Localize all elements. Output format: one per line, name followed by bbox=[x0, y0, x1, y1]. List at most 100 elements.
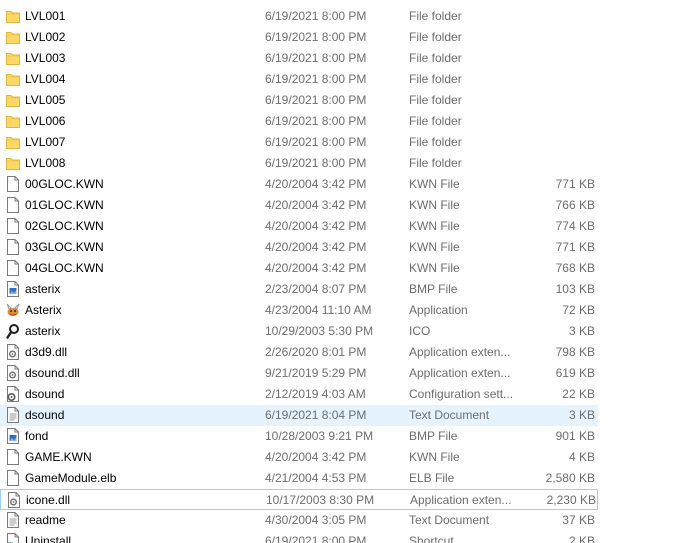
file-name: dsound bbox=[25, 387, 65, 401]
file-type: KWN File bbox=[409, 219, 460, 233]
file-date-modified: 4/20/2004 3:42 PM bbox=[265, 261, 367, 275]
file-row[interactable]: LVL007 6/19/2021 8:00 PM File folder bbox=[0, 132, 598, 153]
file-type: Configuration sett... bbox=[409, 387, 514, 401]
file-size: 798 KB bbox=[555, 345, 595, 359]
file-name: 00GLOC.KWN bbox=[25, 177, 104, 191]
file-row[interactable]: 02GLOC.KWN 4/20/2004 3:42 PM KWN File 774 K… bbox=[0, 216, 598, 237]
magnifier-icon bbox=[6, 323, 20, 339]
asterix-app-icon bbox=[6, 302, 20, 318]
file-date-modified: 6/19/2021 8:00 PM bbox=[265, 30, 367, 44]
file-row[interactable]: LVL008 6/19/2021 8:00 PM File folder bbox=[0, 153, 598, 174]
file-row[interactable]: icone.dll 10/17/2003 8:30 PM Application e… bbox=[0, 489, 598, 510]
file-size bbox=[520, 48, 595, 69]
file-row[interactable]: 00GLOC.KWN 4/20/2004 3:42 PM KWN File 771 K… bbox=[0, 174, 598, 195]
dll-gear-file-icon bbox=[6, 365, 20, 381]
file-date-modified: 4/20/2004 3:42 PM bbox=[265, 177, 367, 191]
file-size bbox=[520, 27, 595, 48]
file-type: Shortcut bbox=[409, 534, 454, 543]
file-name: asterix bbox=[25, 282, 61, 296]
file-type: KWN File bbox=[409, 198, 460, 212]
bitmap-file-icon bbox=[6, 428, 20, 444]
file-row[interactable]: readme 4/30/2004 3:05 PM Text Document 37 K… bbox=[0, 510, 598, 531]
file-name: GameModule.elb bbox=[25, 471, 117, 485]
file-name: readme bbox=[25, 513, 66, 527]
file-row[interactable]: LVL004 6/19/2021 8:00 PM File folder bbox=[0, 69, 598, 90]
file-size bbox=[520, 6, 595, 27]
file-row[interactable]: GameModule.elb 4/21/2004 4:53 PM ELB File 2… bbox=[0, 468, 598, 489]
blank-file-icon bbox=[6, 470, 20, 486]
folder-icon bbox=[6, 155, 20, 171]
file-date-modified: 6/19/2021 8:00 PM bbox=[265, 9, 367, 23]
blank-file-icon bbox=[6, 239, 20, 255]
file-name: dsound.dll bbox=[25, 366, 80, 380]
file-size bbox=[520, 132, 595, 153]
file-date-modified: 6/19/2021 8:00 PM bbox=[265, 93, 367, 107]
file-date-modified: 6/19/2021 8:00 PM bbox=[265, 51, 367, 65]
file-row[interactable]: d3d9.dll 2/26/2020 8:01 PM Application ext… bbox=[0, 342, 598, 363]
blank-file-icon bbox=[6, 260, 20, 276]
file-row[interactable]: asterix 10/29/2003 5:30 PM ICO 3 KB bbox=[0, 321, 598, 342]
file-name: fond bbox=[25, 429, 49, 443]
file-type: BMP File bbox=[409, 282, 458, 296]
file-type: File folder bbox=[409, 93, 462, 107]
file-row[interactable]: 01GLOC.KWN 4/20/2004 3:42 PM KWN File 766 K… bbox=[0, 195, 598, 216]
file-size: 103 KB bbox=[555, 282, 595, 296]
file-size bbox=[520, 111, 595, 132]
file-date-modified: 6/19/2021 8:04 PM bbox=[265, 408, 367, 422]
file-type: ICO bbox=[409, 324, 431, 338]
file-date-modified: 4/21/2004 4:53 PM bbox=[265, 471, 367, 485]
file-row[interactable]: LVL002 6/19/2021 8:00 PM File folder bbox=[0, 27, 598, 48]
file-row[interactable]: fond 10/28/2003 9:21 PM BMP File 901 KB bbox=[0, 426, 598, 447]
file-type: Application exten... bbox=[409, 366, 511, 380]
file-row[interactable]: dsound.dll 9/21/2019 5:29 PM Application e… bbox=[0, 363, 598, 384]
file-size: 4 KB bbox=[568, 450, 595, 464]
file-name: dsound bbox=[25, 408, 65, 422]
file-date-modified: 6/19/2021 8:00 PM bbox=[265, 156, 367, 170]
file-date-modified: 4/20/2004 3:42 PM bbox=[265, 240, 367, 254]
file-name: 01GLOC.KWN bbox=[25, 198, 104, 212]
file-name: GAME.KWN bbox=[25, 450, 92, 464]
file-row[interactable]: dsound 6/19/2021 8:04 PM Text Document 3 KB bbox=[0, 405, 598, 426]
file-row[interactable]: LVL003 6/19/2021 8:00 PM File folder bbox=[0, 48, 598, 69]
file-date-modified: 2/12/2019 4:03 AM bbox=[265, 387, 366, 401]
folder-icon bbox=[6, 71, 20, 87]
file-name: 03GLOC.KWN bbox=[25, 240, 104, 254]
folder-icon bbox=[6, 8, 20, 24]
file-row[interactable]: dsound 2/12/2019 4:03 AM Configuration set… bbox=[0, 384, 598, 405]
file-row[interactable]: Uninstall 6/19/2021 8:00 PM Shortcut 2 KB bbox=[0, 531, 598, 543]
file-size: 72 KB bbox=[562, 303, 595, 317]
file-row[interactable]: GAME.KWN 4/20/2004 3:42 PM KWN File 4 KB bbox=[0, 447, 598, 468]
file-size: 771 KB bbox=[555, 240, 595, 254]
file-row[interactable]: LVL005 6/19/2021 8:00 PM File folder bbox=[0, 90, 598, 111]
file-row[interactable]: LVL001 6/19/2021 8:00 PM File folder bbox=[0, 6, 598, 27]
file-date-modified: 10/28/2003 9:21 PM bbox=[265, 429, 374, 443]
text-file-icon bbox=[6, 407, 20, 423]
file-date-modified: 6/19/2021 8:00 PM bbox=[265, 534, 367, 543]
file-name: d3d9.dll bbox=[25, 345, 68, 359]
file-row[interactable]: 03GLOC.KWN 4/20/2004 3:42 PM KWN File 771 K… bbox=[0, 237, 598, 258]
shortcut-file-icon bbox=[6, 533, 20, 543]
file-row[interactable]: asterix 2/23/2004 8:07 PM BMP File 103 KB bbox=[0, 279, 598, 300]
file-size: 3 KB bbox=[568, 408, 595, 422]
file-name: 04GLOC.KWN bbox=[25, 261, 104, 275]
file-name: LVL006 bbox=[25, 114, 66, 128]
file-type: File folder bbox=[409, 30, 462, 44]
file-date-modified: 4/23/2004 11:10 AM bbox=[265, 303, 372, 317]
file-name: asterix bbox=[25, 324, 61, 338]
file-name: LVL001 bbox=[25, 9, 66, 23]
file-row[interactable]: LVL006 6/19/2021 8:00 PM File folder bbox=[0, 111, 598, 132]
bitmap-file-icon bbox=[6, 281, 20, 297]
file-size: 22 KB bbox=[562, 387, 595, 401]
file-row[interactable]: 04GLOC.KWN 4/20/2004 3:42 PM KWN File 768 K… bbox=[0, 258, 598, 279]
file-type: KWN File bbox=[409, 177, 460, 191]
file-date-modified: 4/20/2004 3:42 PM bbox=[265, 198, 367, 212]
file-row[interactable]: Asterix 4/23/2004 11:10 AM Application 72 K… bbox=[0, 300, 598, 321]
file-name: LVL005 bbox=[25, 93, 66, 107]
file-date-modified: 6/19/2021 8:00 PM bbox=[265, 72, 367, 86]
dll-gear-file-icon bbox=[7, 492, 21, 508]
file-date-modified: 6/19/2021 8:00 PM bbox=[265, 114, 367, 128]
blank-file-icon bbox=[6, 176, 20, 192]
file-date-modified: 10/17/2003 8:30 PM bbox=[266, 493, 375, 507]
file-type: File folder bbox=[409, 156, 462, 170]
file-name: icone.dll bbox=[26, 493, 71, 507]
